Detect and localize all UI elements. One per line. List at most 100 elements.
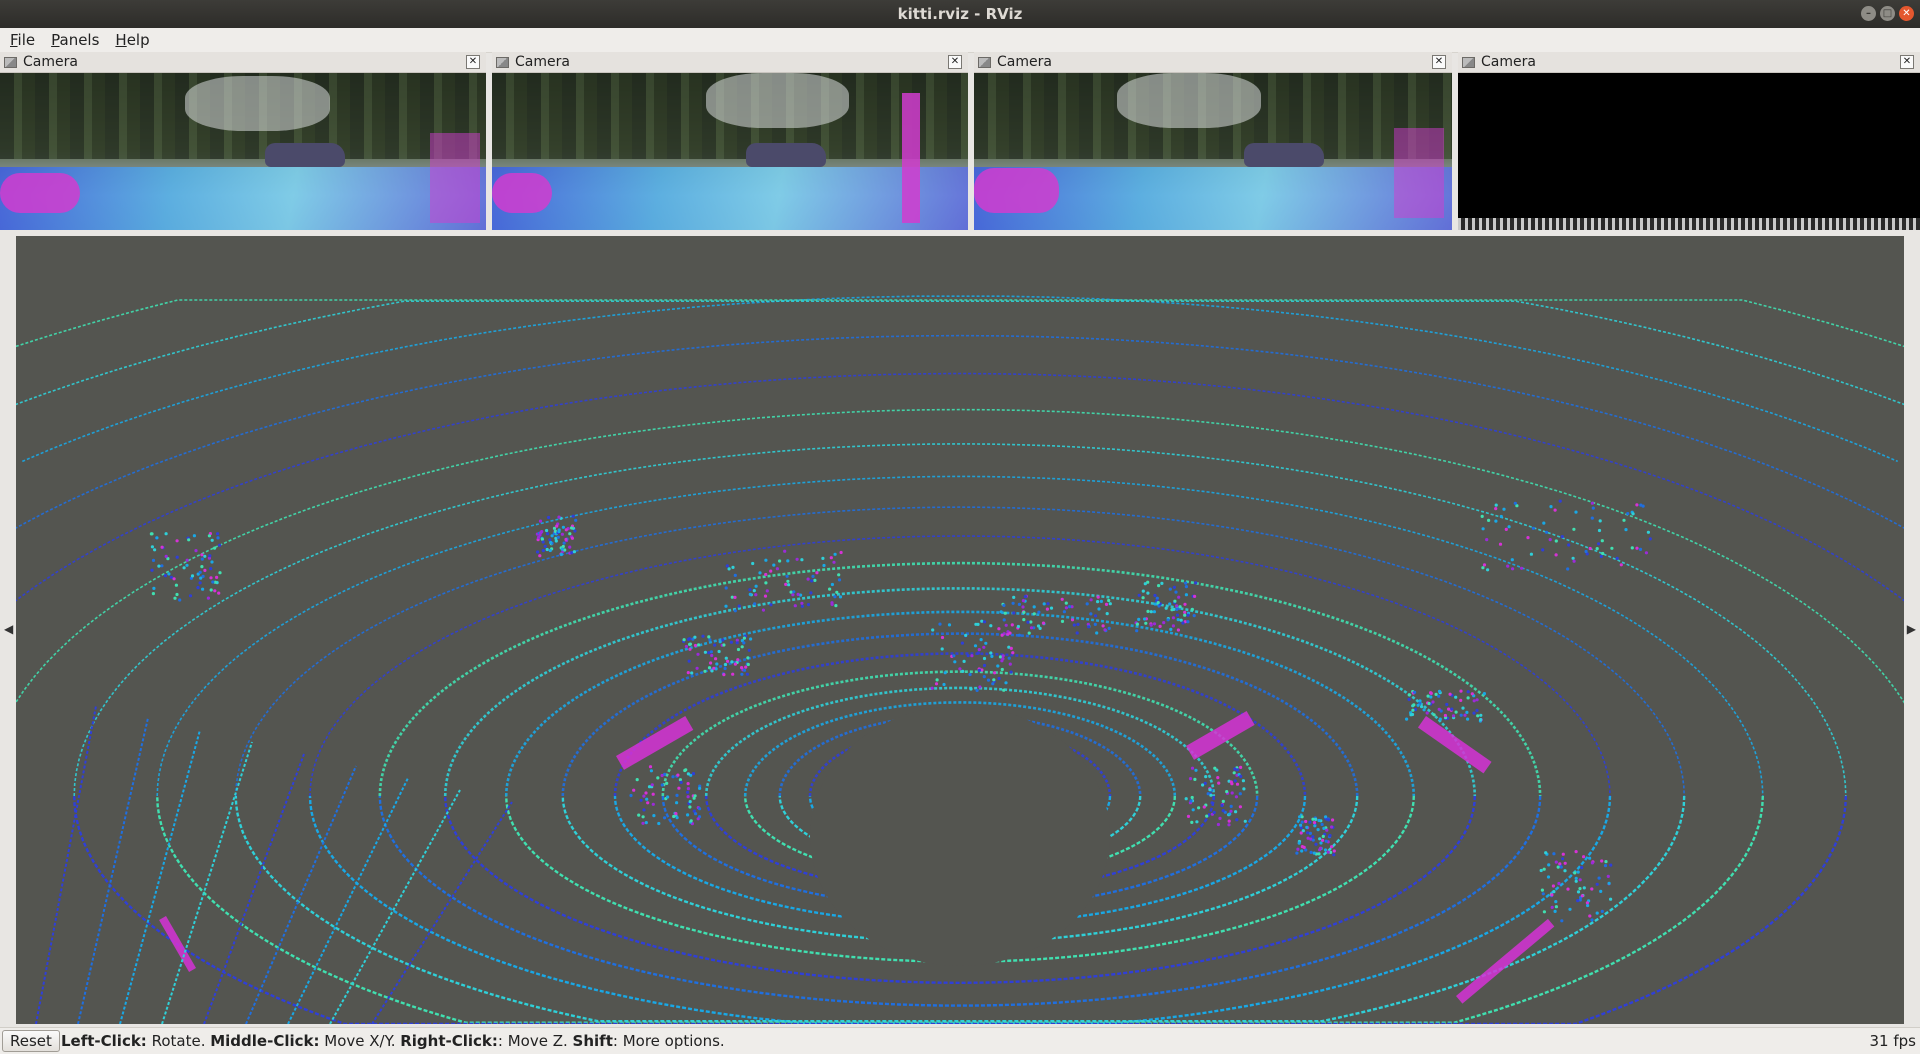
point	[1221, 809, 1225, 813]
point	[1542, 910, 1546, 914]
point	[1479, 718, 1483, 722]
point	[686, 813, 690, 817]
point	[1143, 582, 1147, 586]
point	[1486, 568, 1490, 572]
point	[1312, 851, 1316, 855]
point	[1465, 710, 1469, 714]
highlighted-object	[1456, 918, 1555, 1004]
point	[1551, 884, 1555, 888]
panel-close-icon[interactable]: ✕	[948, 55, 962, 69]
close-icon[interactable]: ✕	[1899, 6, 1914, 21]
point	[1230, 782, 1234, 786]
point	[1609, 897, 1613, 901]
point	[689, 819, 693, 823]
point	[1243, 819, 1247, 823]
menu-file[interactable]: File	[0, 28, 41, 52]
point	[1183, 610, 1187, 614]
point	[1049, 606, 1054, 610]
point	[1318, 848, 1322, 852]
camera-panel-header[interactable]: Camera ✕	[492, 52, 968, 73]
hint-key: Middle-Click:	[210, 1032, 320, 1050]
point	[216, 532, 220, 536]
point	[1485, 538, 1489, 542]
point	[1506, 564, 1510, 568]
point	[155, 536, 159, 540]
minimize-icon[interactable]: –	[1861, 6, 1876, 21]
point	[1322, 826, 1326, 831]
point	[644, 821, 648, 825]
point	[1317, 818, 1321, 823]
point	[192, 534, 196, 538]
maximize-icon[interactable]: □	[1880, 6, 1895, 21]
point	[1105, 612, 1109, 616]
point	[1635, 503, 1639, 507]
point	[693, 643, 698, 648]
point	[1437, 694, 1441, 698]
point	[1601, 551, 1605, 556]
point	[1141, 589, 1145, 593]
point	[976, 651, 981, 655]
point	[793, 604, 797, 608]
point	[800, 601, 804, 605]
point	[772, 563, 776, 567]
point	[675, 801, 679, 805]
menu-help[interactable]: Help	[105, 28, 155, 52]
panel-close-icon[interactable]: ✕	[1900, 55, 1914, 69]
point	[203, 554, 207, 558]
point	[1087, 625, 1091, 629]
point	[1041, 621, 1046, 625]
point	[1149, 623, 1153, 627]
point	[1434, 692, 1438, 696]
point	[833, 552, 837, 556]
point	[1413, 690, 1417, 694]
point	[1554, 539, 1558, 543]
point	[543, 544, 547, 548]
camera-panel-header[interactable]: Camera ✕	[0, 52, 486, 73]
point	[1550, 893, 1554, 897]
point	[974, 622, 978, 626]
point	[1588, 546, 1592, 551]
point	[1304, 819, 1308, 824]
point	[1595, 882, 1599, 886]
point	[1619, 563, 1623, 567]
point	[1221, 799, 1225, 804]
point	[1420, 705, 1424, 709]
menu-panels[interactable]: Panels	[41, 28, 105, 52]
point	[1597, 542, 1601, 546]
point	[751, 561, 755, 566]
camera-panel-header[interactable]: Camera ✕	[1458, 52, 1920, 73]
point	[1007, 656, 1011, 660]
point	[1499, 514, 1503, 519]
point	[733, 609, 737, 613]
point	[164, 554, 168, 558]
point	[1011, 601, 1015, 605]
point	[1242, 787, 1246, 791]
point	[559, 552, 564, 557]
point	[213, 589, 217, 593]
point	[1476, 714, 1480, 718]
point	[724, 586, 728, 590]
panel-title: Camera	[23, 54, 78, 70]
right-dock-toggle-icon[interactable]: ▶	[1907, 622, 1916, 636]
point	[1466, 717, 1470, 721]
point	[675, 816, 679, 820]
panel-close-icon[interactable]: ✕	[466, 55, 480, 69]
camera-panel-1: Camera ✕	[0, 52, 486, 230]
point	[935, 678, 939, 682]
panel-close-icon[interactable]: ✕	[1432, 55, 1446, 69]
fence-line	[119, 729, 201, 1024]
point	[1193, 594, 1197, 598]
point	[1183, 602, 1187, 606]
left-dock-toggle-icon[interactable]: ◀	[4, 622, 13, 636]
point	[1598, 519, 1602, 523]
point	[821, 556, 825, 560]
point	[1597, 528, 1602, 533]
camera-panel-header[interactable]: Camera ✕	[974, 52, 1452, 73]
point	[1328, 833, 1332, 838]
point	[1317, 852, 1321, 856]
point	[1027, 631, 1031, 635]
point	[1588, 856, 1592, 860]
3d-viewport[interactable]	[16, 236, 1904, 1024]
reset-button[interactable]: Reset	[2, 1030, 60, 1052]
point	[1325, 828, 1329, 832]
